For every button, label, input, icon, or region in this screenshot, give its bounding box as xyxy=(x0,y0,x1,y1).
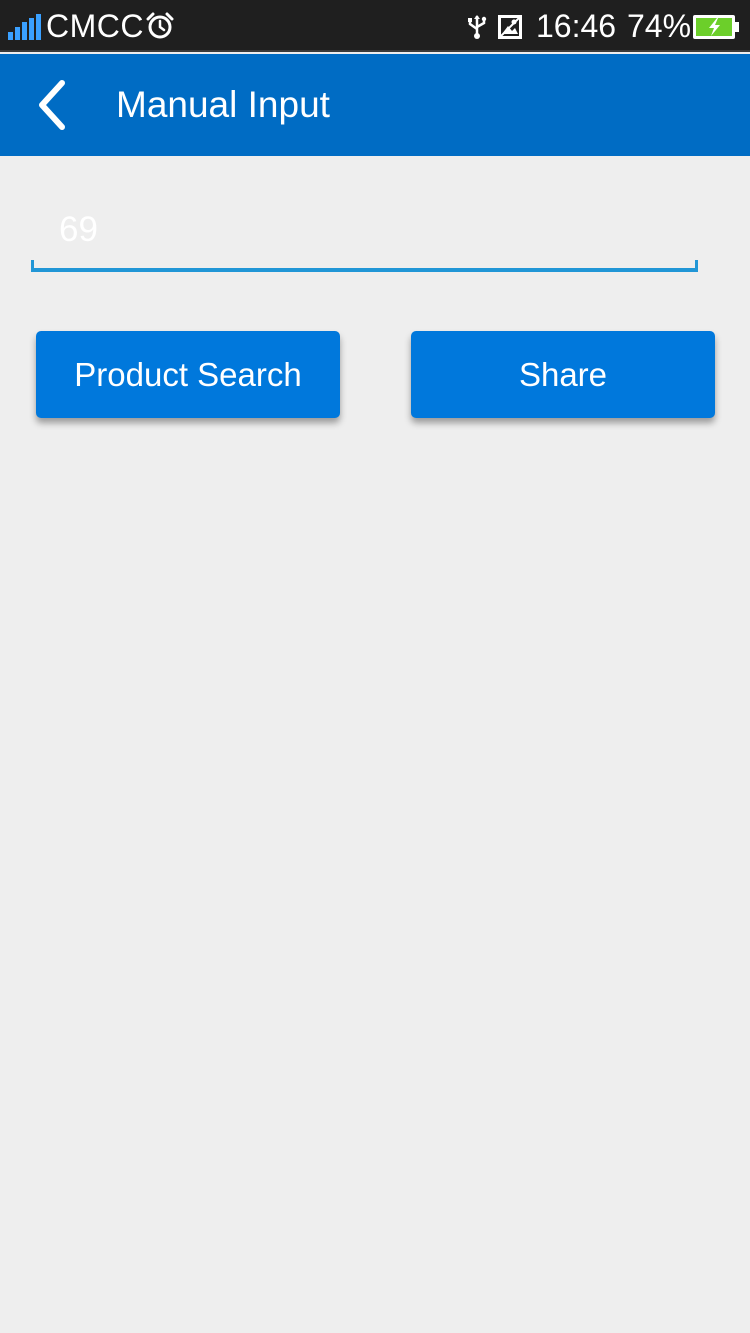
battery-charging-icon xyxy=(693,15,739,39)
app-bar: Manual Input xyxy=(0,54,750,156)
carrier-name: CMCC xyxy=(46,8,144,44)
page-title: Manual Input xyxy=(116,84,330,125)
manual-input-container xyxy=(31,192,698,272)
product-search-button[interactable]: Product Search xyxy=(36,331,340,418)
battery-percent: 74% xyxy=(627,8,692,44)
signal-icon xyxy=(8,14,41,40)
input-underline xyxy=(31,260,698,272)
manual-input-field[interactable] xyxy=(59,202,679,258)
back-button[interactable] xyxy=(20,74,82,136)
clock: 16:46 xyxy=(536,8,617,44)
status-bar: CMCC 16:46 74% xyxy=(0,0,750,52)
chevron-left-icon xyxy=(39,80,65,130)
share-button[interactable]: Share xyxy=(411,331,715,418)
photo-icon xyxy=(498,15,522,39)
usb-icon xyxy=(468,15,487,39)
alarm-icon xyxy=(146,12,174,39)
